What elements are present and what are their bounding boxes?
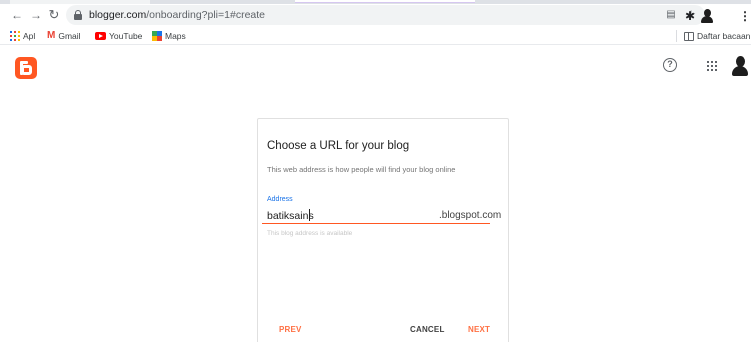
reload-icon[interactable]: ↻ — [46, 7, 62, 23]
bookmarks-bar: Apl M Gmail YouTube Maps Daftar bacaan — [0, 27, 751, 45]
bookmark-label: Maps — [165, 31, 186, 41]
forward-arrow-icon[interactable]: → — [28, 7, 44, 23]
blogger-logo[interactable] — [15, 57, 37, 79]
browser-toolbar: ← → ↻ blogger.com/onboarding?pli=1#creat… — [0, 4, 751, 27]
translate-icon[interactable]: ▤ — [665, 8, 677, 22]
extensions-icon[interactable]: ✱ — [683, 8, 697, 24]
url-path: /onboarding?pli=1#create — [146, 9, 266, 21]
address-bar[interactable]: blogger.com/onboarding?pli=1#create ▤ ☆ — [66, 5, 705, 25]
reading-list-button[interactable]: Daftar bacaan — [684, 29, 750, 43]
bookmark-youtube[interactable]: YouTube — [95, 29, 142, 43]
address-input[interactable] — [267, 209, 427, 223]
avatar[interactable] — [732, 54, 748, 78]
app-header: ? — [0, 46, 751, 94]
help-icon[interactable]: ? — [663, 58, 677, 72]
menu-kebab-icon[interactable]: ⋮ — [738, 8, 751, 24]
address-field-underline — [262, 223, 490, 224]
gmail-icon: M — [47, 30, 56, 41]
address-field-label: Address — [267, 196, 293, 203]
reading-list-label: Daftar bacaan — [697, 31, 751, 41]
back-arrow-icon[interactable]: ← — [9, 7, 25, 23]
address-availability-text: This blog address is available — [267, 230, 353, 237]
prev-button[interactable]: PREV — [279, 325, 302, 334]
profile-icon[interactable] — [701, 9, 713, 23]
apps-grid-icon — [10, 31, 20, 41]
dialog-title: Choose a URL for your blog — [267, 140, 410, 152]
cancel-button[interactable]: CANCEL — [410, 325, 445, 334]
bookmark-maps[interactable]: Maps — [152, 29, 186, 43]
bookmarks-separator — [676, 30, 677, 42]
bookmark-label: Gmail — [58, 31, 81, 41]
bookmark-label: Apl — [23, 31, 36, 41]
bookmark-gmail[interactable]: M Gmail — [47, 29, 81, 43]
maps-icon — [152, 31, 162, 41]
text-cursor — [309, 209, 310, 221]
dialog-description: This web address is how people will find… — [267, 165, 456, 174]
next-button[interactable]: NEXT — [468, 325, 490, 334]
address-domain-suffix: .blogspot.com — [439, 210, 502, 221]
youtube-icon — [95, 32, 106, 40]
bookmark-apps[interactable]: Apl — [10, 29, 35, 43]
google-apps-icon[interactable] — [707, 61, 717, 71]
bookmark-label: YouTube — [109, 31, 143, 41]
url-text[interactable]: blogger.com/onboarding?pli=1#create — [89, 8, 265, 22]
reading-list-icon — [684, 31, 694, 41]
browser-tab-active[interactable] — [295, 0, 475, 3]
lock-icon — [74, 10, 82, 20]
choose-url-dialog: Choose a URL for your blog This web addr… — [257, 118, 509, 342]
url-host: blogger.com — [89, 9, 147, 21]
